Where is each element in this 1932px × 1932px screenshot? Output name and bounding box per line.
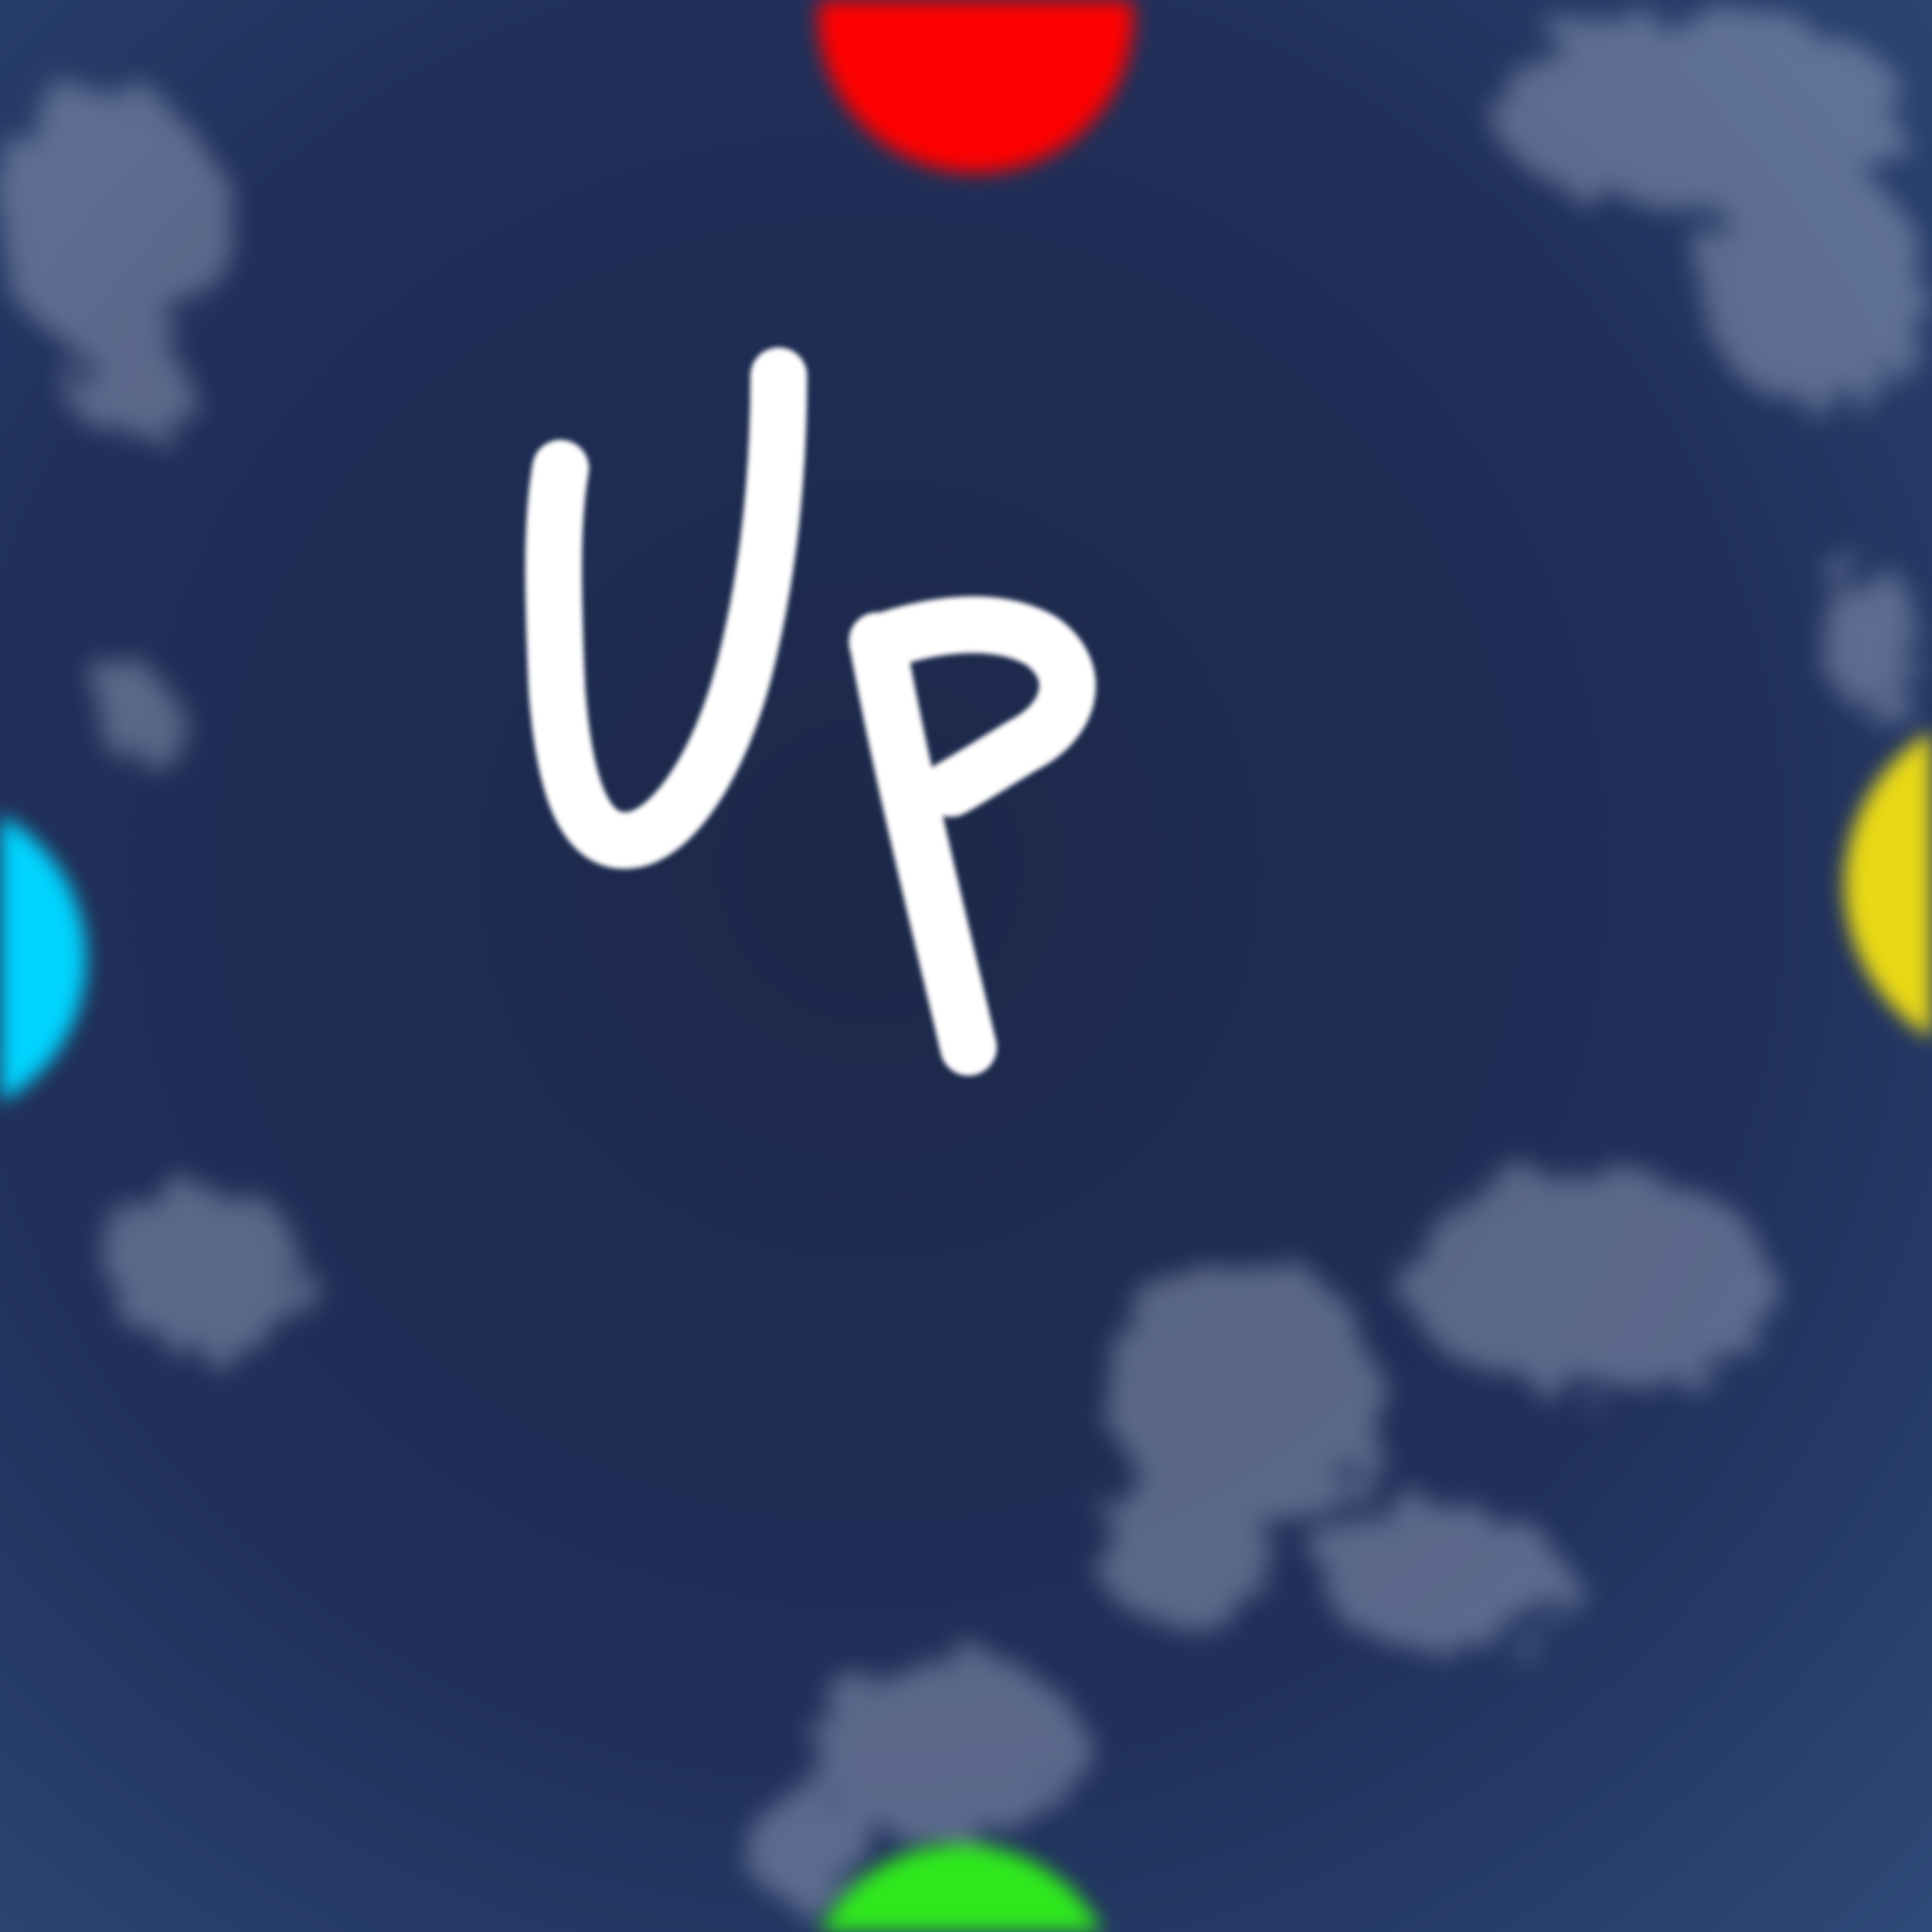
yellow-target-dot[interactable]: [1844, 730, 1932, 1039]
letter-u-stroke: [525, 347, 808, 869]
cyan-target-dot[interactable]: [0, 815, 87, 1103]
letter-p-stem-stroke: [848, 612, 997, 1076]
game-canvas[interactable]: Up: [0, 0, 1932, 1932]
cloud: [98, 665, 173, 764]
cloud: [105, 1182, 302, 1356]
cloud: [74, 344, 197, 444]
red-target-dot[interactable]: [818, 0, 1134, 174]
cloud: [1404, 1170, 1774, 1392]
cloud: [1318, 1503, 1565, 1652]
scene-svg: [0, 0, 1932, 1932]
cloud: [1700, 159, 1923, 408]
cloud: [0, 86, 223, 358]
handwritten-up-drawing: [525, 347, 1096, 1076]
cloud: [1096, 1478, 1270, 1627]
cloud: [1824, 566, 1923, 715]
